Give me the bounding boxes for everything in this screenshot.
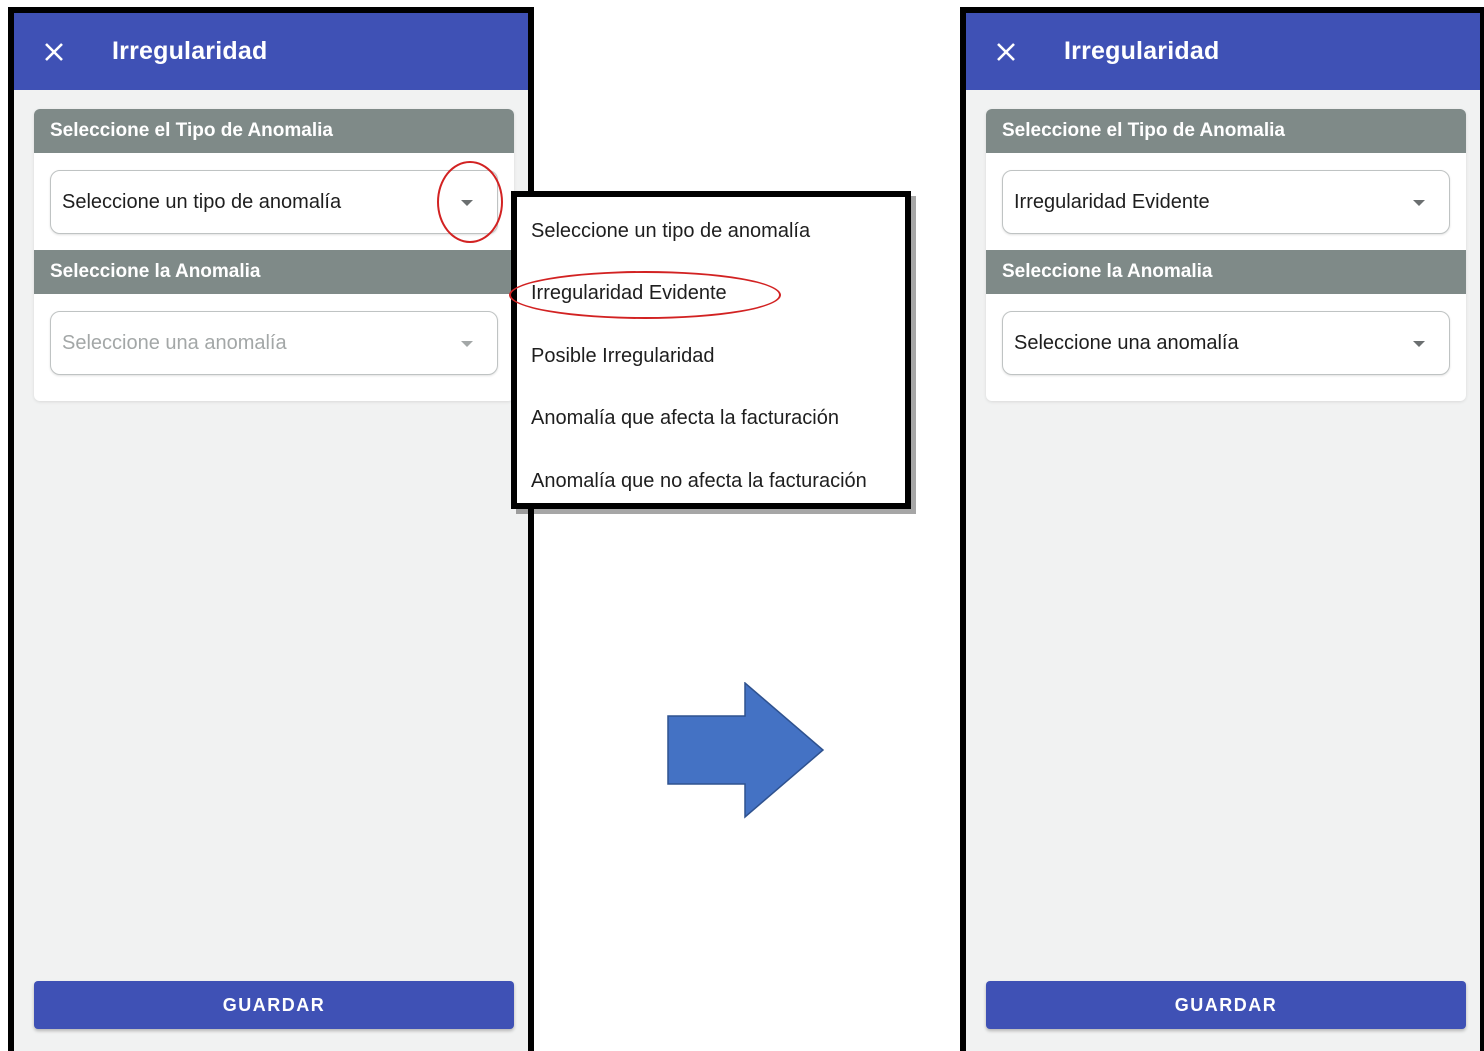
left-screen: Irregularidad Seleccione el Tipo de Anom… [8,7,534,1051]
page-title: Irregularidad [1064,37,1220,65]
close-icon[interactable] [40,38,68,66]
highlight-circle [437,161,503,243]
highlight-ellipse [509,270,781,319]
dropdown-menu: Seleccione un tipo de anomalía Irregular… [509,191,911,509]
menu-item[interactable]: Anomalía que no afecta la facturación [517,450,905,513]
form-card: Seleccione el Tipo de Anomalia Seleccion… [34,109,514,401]
select-value: Seleccione una anomalía [1014,331,1239,354]
page-title: Irregularidad [112,37,268,65]
dropdown-caret-icon[interactable] [461,341,473,347]
app-bar: Irregularidad [966,13,1480,90]
menu-item[interactable]: Anomalía que afecta la facturación [517,388,905,451]
menu-item-highlighted[interactable]: Irregularidad Evidente [509,263,905,326]
tipo-anomalia-select[interactable]: Irregularidad Evidente [1002,170,1450,234]
save-button[interactable]: GUARDAR [986,981,1466,1029]
dropdown-caret-icon[interactable] [1413,341,1425,347]
anomalia-select[interactable]: Seleccione una anomalía [50,311,498,375]
select-placeholder: Seleccione una anomalía [62,331,287,354]
close-icon[interactable] [992,38,1020,66]
select-value: Seleccione un tipo de anomalía [62,190,342,213]
right-arrow-icon [667,682,825,819]
right-screen: Irregularidad Seleccione el Tipo de Anom… [960,7,1484,1051]
tipo-anomalia-select[interactable]: Seleccione un tipo de anomalía [50,170,498,234]
section-header-tipo-anomalia: Seleccione el Tipo de Anomalia [34,109,514,153]
section-header-anomalia: Seleccione la Anomalia [34,250,514,294]
section-header-tipo-anomalia: Seleccione el Tipo de Anomalia [986,109,1466,153]
save-button[interactable]: GUARDAR [34,981,514,1029]
dropdown-caret-icon[interactable] [1413,200,1425,206]
select-value: Irregularidad Evidente [1014,190,1210,213]
menu-item[interactable]: Posible Irregularidad [517,325,905,388]
menu-item[interactable]: Seleccione un tipo de anomalía [517,200,905,263]
anomalia-select[interactable]: Seleccione una anomalía [1002,311,1450,375]
form-card: Seleccione el Tipo de Anomalia Irregular… [986,109,1466,401]
app-bar: Irregularidad [14,13,528,90]
section-header-anomalia: Seleccione la Anomalia [986,250,1466,294]
